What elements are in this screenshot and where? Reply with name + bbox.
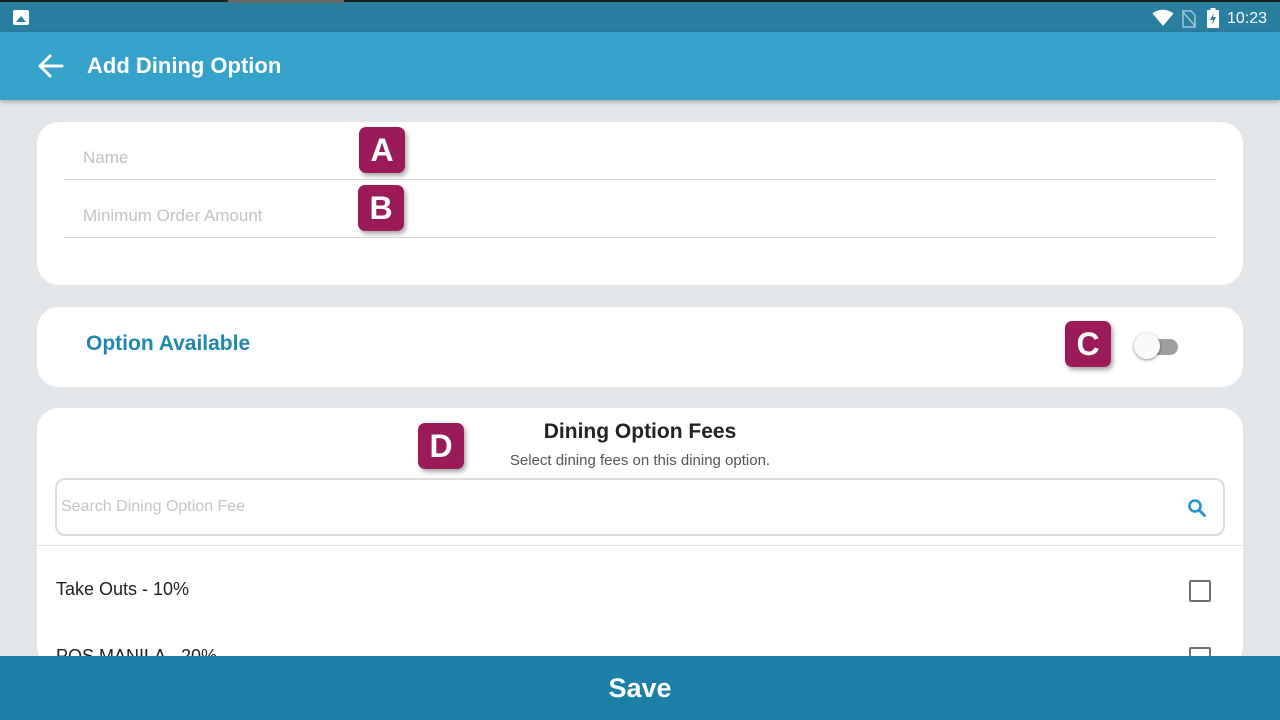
divider [37,545,1243,546]
fee-search-box [55,478,1225,536]
fee-item-label: Take Outs - 10% [56,579,190,599]
option-available-label: Option Available [86,332,251,355]
fee-item-checkbox[interactable] [1189,580,1211,602]
callout-badge-b: B [358,185,404,231]
fee-search-input[interactable] [61,494,1161,520]
fee-list-item[interactable]: Take Outs - 10% [37,559,1243,617]
fees-title: Dining Option Fees [543,420,737,443]
status-bar: 10:23 [0,0,1280,32]
callout-badge-a: A [359,127,405,173]
name-placeholder: Name [83,148,129,167]
name-field[interactable]: Name [64,128,1216,180]
minimum-order-amount-placeholder: Minimum Order Amount [83,206,263,225]
status-time: 10:23 [1227,10,1268,27]
top-indicator [228,0,344,3]
save-button[interactable]: Save [0,656,1280,720]
save-button-label: Save [608,673,672,703]
fees-subtitle: Select dining fees on this dining option… [509,452,771,469]
callout-badge-d: D [418,423,464,469]
page-title: Add Dining Option [87,53,282,78]
minimum-order-amount-field[interactable]: Minimum Order Amount [64,186,1216,238]
callout-badge-c: C [1065,321,1111,367]
arrow-left-icon[interactable] [36,52,66,80]
availability-card: Option Available [37,307,1243,387]
gallery-icon [13,10,29,25]
dining-option-fees-card: Dining Option Fees Select dining fees on… [37,408,1243,668]
no-sim-icon [1182,10,1196,28]
toggle-thumb [1134,333,1160,359]
option-available-toggle[interactable] [1134,332,1182,360]
battery-icon [1207,8,1219,28]
search-icon[interactable] [1187,498,1207,518]
app-bar: Add Dining Option [0,32,1280,100]
wifi-icon [1152,9,1174,26]
details-card: Name Minimum Order Amount [37,122,1243,285]
